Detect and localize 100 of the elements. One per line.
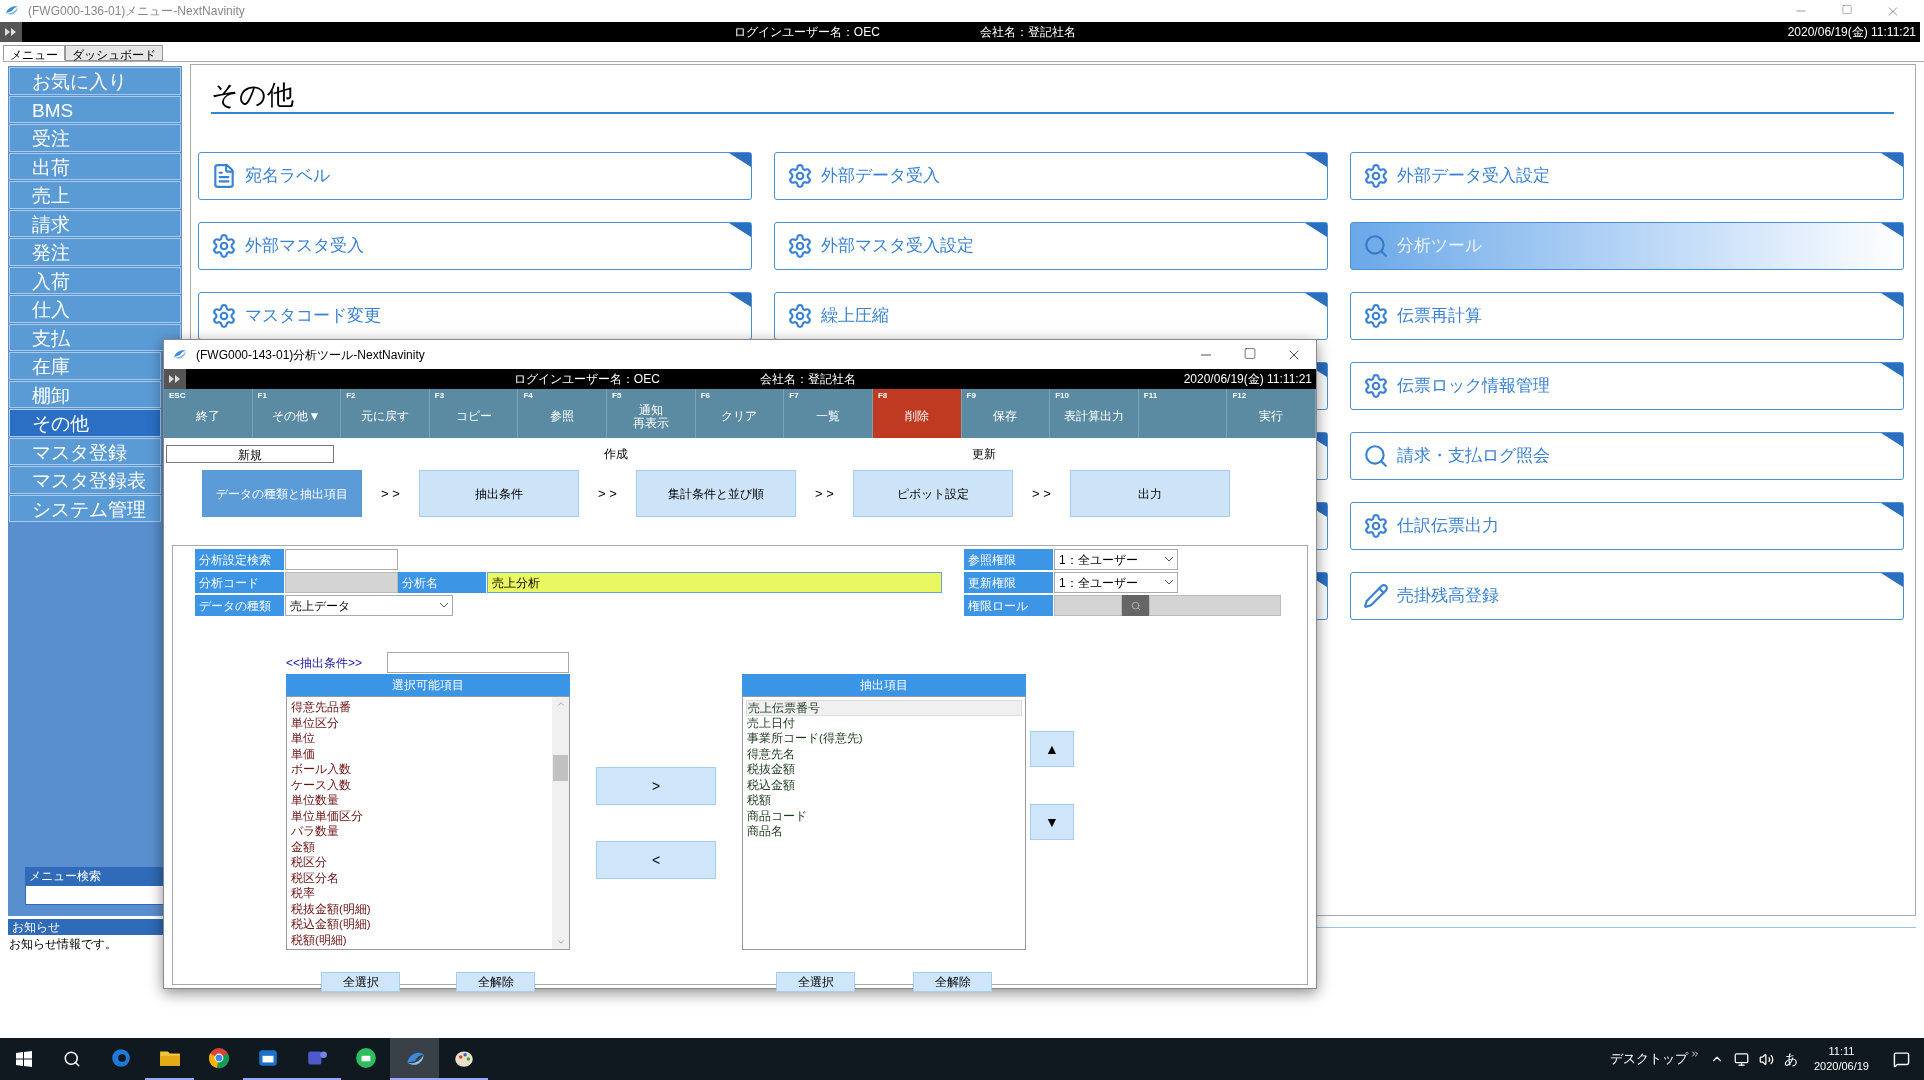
list-item[interactable]: ケース入数 (291, 777, 552, 793)
menu-tile[interactable]: 請求・支払ログ照会 (1350, 432, 1904, 480)
button[interactable]: 全解除 (456, 972, 535, 992)
gear-icon (1363, 373, 1389, 399)
list-item[interactable]: 売上日付 (746, 715, 1022, 731)
name-field[interactable]: 売上分析 (487, 572, 942, 593)
menu-tile[interactable]: 売掛残高登録 (1350, 572, 1904, 620)
search-label: メニュー検索 (28, 868, 102, 885)
tab[interactable]: メニュー (3, 45, 65, 61)
tile-label: 宛名ラベル (245, 165, 330, 188)
dropdown-field[interactable]: 1：全ユーザー (1054, 572, 1178, 593)
button[interactable]: 全選択 (776, 972, 855, 992)
menu-tile[interactable]: 仕訳伝票出力 (1350, 502, 1904, 550)
role-name-field[interactable] (1149, 595, 1281, 616)
step-separator: > > (380, 484, 401, 503)
move-up-button[interactable]: ▲ (1030, 731, 1074, 767)
step-tab[interactable]: 抽出条件 (419, 470, 579, 517)
corner-triangle (1881, 433, 1903, 447)
speaker-icon[interactable] (1758, 1051, 1774, 1067)
search-icon (1363, 443, 1389, 469)
sidebar-item[interactable]: その他 (9, 409, 161, 437)
scrollbar-thumb[interactable] (553, 755, 568, 781)
search-field[interactable] (285, 549, 398, 570)
windows-logo-icon[interactable] (16, 1051, 32, 1067)
desktop-label[interactable]: デスクトップ (1609, 1049, 1688, 1069)
tab[interactable]: ダッシュボード (65, 45, 163, 61)
menu-tile[interactable]: 外部マスタ受入 (198, 222, 752, 270)
list-item[interactable]: 金額 (291, 839, 552, 855)
corner-triangle (1881, 503, 1903, 517)
browser-icon[interactable] (207, 1047, 230, 1069)
list-item[interactable]: 単価 (291, 746, 552, 762)
add-button[interactable]: > (596, 767, 716, 805)
mode-tab[interactable]: 更新 (900, 445, 1068, 463)
tile-label: 外部マスタ受入設定 (821, 235, 974, 258)
button[interactable]: 全解除 (913, 972, 992, 992)
list-item[interactable]: 税抜金額(明細) (291, 901, 552, 917)
list-item[interactable]: 得意先品番 (291, 700, 552, 716)
search-icon (1363, 233, 1389, 259)
list-item[interactable]: 売上伝票番号 (746, 700, 1022, 716)
list-item[interactable]: 税込金額 (746, 777, 1022, 793)
filter-field[interactable] (387, 652, 569, 673)
code-field[interactable] (285, 572, 398, 593)
list-item[interactable]: 税込金額(明細) (291, 917, 552, 933)
gear-icon (1363, 303, 1389, 329)
remove-button[interactable]: < (596, 841, 716, 879)
list-item[interactable]: 単位数量 (291, 793, 552, 809)
step-tab[interactable]: 出力 (1070, 470, 1230, 517)
list-item[interactable]: バラ数量 (291, 824, 552, 840)
menu-tile[interactable]: マスタコード変更 (198, 292, 752, 340)
network-icon[interactable] (1733, 1051, 1749, 1067)
list-item[interactable]: 単位 (291, 731, 552, 747)
notification-icon[interactable] (1893, 1050, 1910, 1068)
field-label: 分析名 (398, 572, 487, 593)
date-time: 2020/06/19(金) 11:11:21 (1183, 371, 1313, 388)
function-key[interactable]: F8 削除 (872, 389, 962, 438)
menu-tile[interactable]: 繰上圧縮 (774, 292, 1328, 340)
menu-tile[interactable]: 外部データ受入設定 (1350, 152, 1904, 200)
menu-tile[interactable]: 外部マスタ受入設定 (774, 222, 1328, 270)
list-item[interactable]: 単位単価区分 (291, 808, 552, 824)
fast-forward-icon[interactable] (0, 22, 22, 42)
menu-tile[interactable]: 宛名ラベル (198, 152, 752, 200)
toolbar-expand-icon[interactable] (1689, 1049, 1700, 1059)
button[interactable]: 全選択 (321, 972, 400, 992)
dropdown-field[interactable]: 売上データ (285, 595, 453, 616)
corner-triangle (729, 293, 751, 307)
list-item[interactable]: 事業所コード(得意先) (746, 731, 1022, 747)
list-item[interactable]: 税率 (291, 886, 552, 902)
corner-triangle (1881, 153, 1903, 167)
list-item[interactable]: 税区分名 (291, 870, 552, 886)
field-label: 分析コード (195, 572, 285, 593)
list-item[interactable]: 得意先名 (746, 746, 1022, 762)
list-item[interactable]: 税額 (746, 793, 1022, 809)
step-tab[interactable]: 集計条件と並び順 (636, 470, 796, 517)
mode-tab[interactable]: 新規 (166, 445, 334, 463)
list-item[interactable]: 商品名 (746, 824, 1022, 840)
list-item[interactable]: 税抜金額 (746, 762, 1022, 778)
list-item[interactable]: 税額(明細) (291, 932, 552, 948)
scrollbar[interactable] (552, 697, 569, 949)
dropdown-field[interactable]: 1：全ユーザー (1054, 549, 1178, 570)
list-item[interactable]: ボール入数 (291, 762, 552, 778)
mail-icon[interactable] (256, 1047, 279, 1069)
ime-indicator[interactable]: あ (1783, 1048, 1798, 1070)
move-down-button[interactable]: ▼ (1030, 804, 1074, 840)
list-item[interactable]: 商品コード (746, 808, 1022, 824)
list-item[interactable]: 単位区分 (291, 715, 552, 731)
role-field[interactable] (1054, 595, 1122, 616)
fast-forward-icon[interactable] (164, 369, 186, 389)
tile-label: 請求・支払ログ照会 (1397, 445, 1550, 468)
gear-icon (787, 163, 813, 189)
tile-label: 外部マスタ受入 (245, 235, 364, 258)
list-item[interactable]: 税区分 (291, 855, 552, 871)
menu-tile[interactable]: 伝票再計算 (1350, 292, 1904, 340)
clock[interactable]: 11:11 2020/06/19 (1813, 1044, 1869, 1074)
step-tab[interactable]: ピボット設定 (853, 470, 1013, 517)
step-separator: > > (1031, 484, 1052, 503)
mode-tab[interactable]: 作成 (532, 445, 700, 463)
search-icon[interactable] (63, 1050, 81, 1068)
menu-tile[interactable]: 伝票ロック情報管理 (1350, 362, 1904, 410)
corner-triangle (729, 153, 751, 167)
menu-tile[interactable]: 外部データ受入 (774, 152, 1328, 200)
